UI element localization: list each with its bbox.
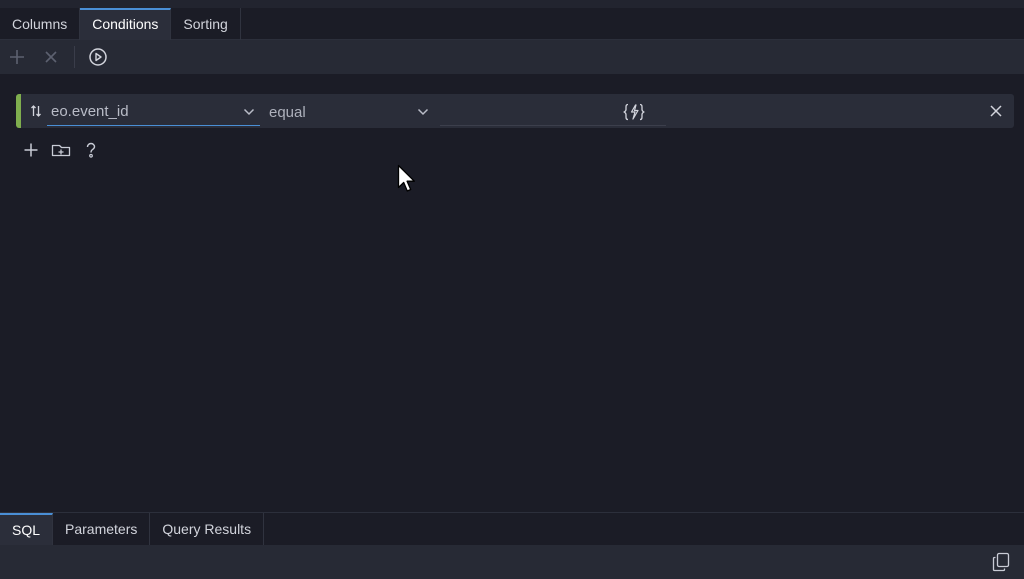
- chevron-down-icon: [238, 98, 260, 126]
- field-select[interactable]: eo.event_id: [47, 98, 260, 126]
- tab-query-results[interactable]: Query Results: [150, 513, 265, 546]
- expression-button[interactable]: [621, 99, 647, 125]
- bottom-toolbar: [0, 545, 1024, 579]
- field-select-value: eo.event_id: [51, 103, 129, 120]
- tab-sql[interactable]: SQL: [0, 513, 54, 546]
- arrows-updown-icon: [31, 105, 41, 117]
- top-tab-bar: Columns Conditions Sorting: [0, 8, 1024, 40]
- sort-order-icon[interactable]: [25, 94, 47, 128]
- add-condition-inline-button[interactable]: [18, 139, 44, 161]
- play-circle-icon: [89, 48, 107, 66]
- chevron-down-icon: [412, 98, 434, 126]
- tab-parameters[interactable]: Parameters: [53, 513, 151, 546]
- query-builder-window: Columns Conditions Sorting eo.event_id e…: [0, 0, 1024, 579]
- bottom-tab-bar: SQL Parameters Query Results: [0, 512, 1024, 546]
- tab-columns[interactable]: Columns: [0, 8, 81, 40]
- close-icon: [990, 105, 1002, 117]
- toolbar-separator: [74, 46, 75, 68]
- operator-select[interactable]: equal: [264, 98, 434, 126]
- plus-icon: [10, 50, 24, 64]
- help-icon: [86, 142, 96, 158]
- copy-icon: [992, 552, 1010, 572]
- delete-condition-button[interactable]: [34, 40, 68, 74]
- add-group-button[interactable]: [48, 139, 74, 161]
- add-condition-button[interactable]: [0, 40, 34, 74]
- mouse-pointer-icon: [397, 164, 415, 192]
- close-icon: [45, 51, 57, 63]
- condition-row: eo.event_id equal: [16, 94, 1014, 128]
- tab-sorting[interactable]: Sorting: [171, 8, 241, 40]
- run-query-button[interactable]: [81, 40, 115, 74]
- tab-conditions[interactable]: Conditions: [80, 8, 172, 40]
- operator-select-value: equal: [269, 103, 306, 121]
- condition-actions: [18, 139, 104, 161]
- remove-condition-button[interactable]: [984, 99, 1008, 123]
- copy-button[interactable]: [986, 547, 1016, 577]
- help-button[interactable]: [78, 139, 104, 161]
- conditions-toolbar: [0, 40, 1024, 74]
- folder-plus-icon: [51, 144, 71, 157]
- window-top-edge: [0, 0, 1024, 8]
- expression-bolt-icon: [623, 103, 645, 121]
- plus-icon: [24, 143, 38, 157]
